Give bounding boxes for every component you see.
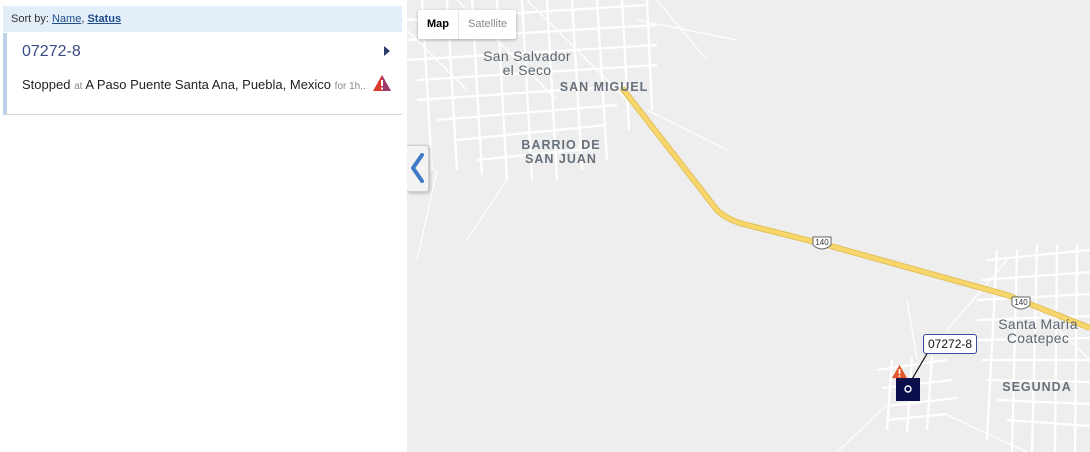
place-barrio-san-juan: BARRIO DE SAN JUAN: [521, 138, 601, 166]
at-label: at: [74, 81, 83, 92]
highway-shield: 140: [1010, 295, 1032, 315]
place-santa-maria-coatepec: Santa María Coatepec: [998, 316, 1078, 346]
highway-shield: 140: [811, 235, 833, 255]
place-san-salvador: San Salvador el Seco: [483, 48, 571, 78]
warning-triangle-icon: [372, 74, 392, 97]
map-type-map-button[interactable]: Map: [418, 10, 458, 39]
sort-prefix: Sort by:: [11, 13, 52, 25]
sort-bar: Sort by: Name, Status: [3, 6, 402, 32]
highway-140: [619, 86, 1090, 331]
stop-duration: for 1h...: [334, 81, 367, 92]
vehicle-location: A Paso Puente Santa Ana, Puebla, Mexico: [85, 77, 332, 92]
sort-by-status-link[interactable]: Status: [87, 13, 121, 25]
vehicle-id[interactable]: 07272-8: [22, 43, 81, 61]
expand-arrow-icon[interactable]: [384, 46, 390, 56]
sort-by-name-link[interactable]: Name: [52, 13, 81, 25]
vehicle-status: Stopped: [22, 77, 71, 92]
place-san-miguel: SAN MIGUEL: [559, 80, 649, 94]
place-segunda: SEGUNDA: [1002, 380, 1072, 394]
vehicle-list-panel: Sort by: Name, Status 07272-8 Stopped at…: [0, 0, 407, 452]
collapse-panel-button[interactable]: [407, 145, 429, 192]
vehicle-status-line: Stopped at A Paso Puente Santa Ana, Pueb…: [22, 77, 367, 92]
map-view[interactable]: Map Satellite San Salvador el Seco SAN M…: [407, 0, 1090, 452]
vehicle-list-item[interactable]: 07272-8 Stopped at A Paso Puente Santa A…: [3, 33, 402, 115]
warning-triangle-icon: [891, 364, 908, 384]
chevron-left-icon: [411, 153, 424, 183]
marker-label[interactable]: 07272-8: [923, 334, 978, 354]
map-type-satellite-button[interactable]: Satellite: [458, 10, 516, 39]
map-type-control: Map Satellite: [418, 10, 517, 39]
